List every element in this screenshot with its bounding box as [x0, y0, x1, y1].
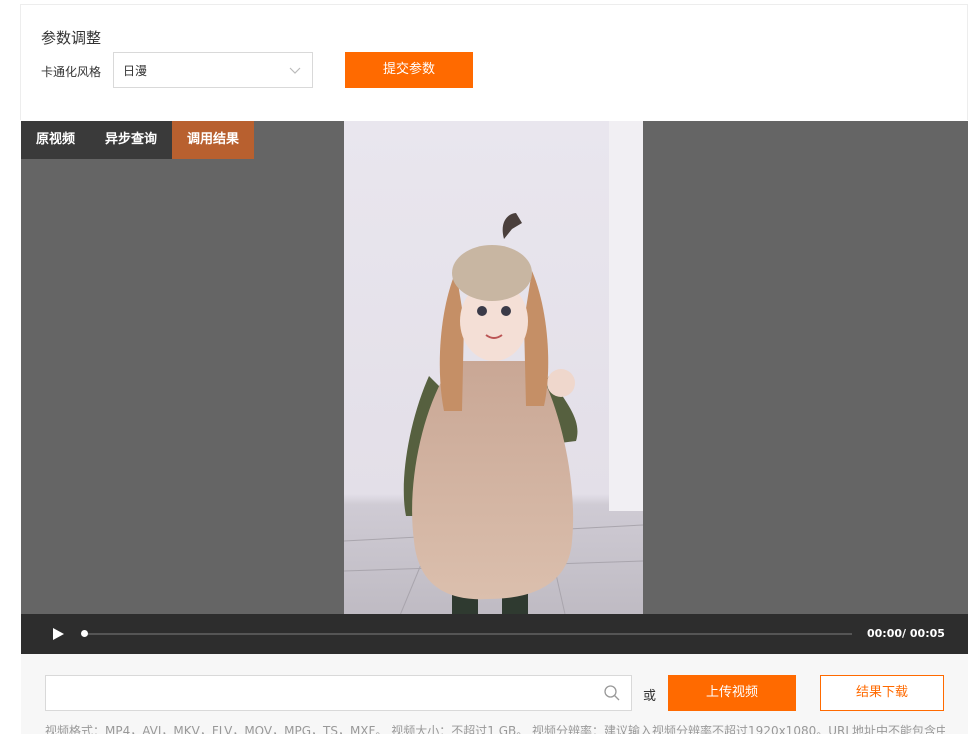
style-label: 卡通化风格 [41, 65, 102, 79]
download-result-button[interactable]: 结果下载 [820, 675, 944, 711]
tab-original-video[interactable]: 原视频 [21, 121, 91, 159]
current-time: 00:00/ [867, 627, 907, 640]
play-icon[interactable] [51, 627, 65, 641]
search-icon[interactable] [603, 684, 621, 702]
params-title: 参数调整 [41, 29, 102, 47]
params-panel: 参数调整 卡通化风格 日漫 提交参数 [20, 4, 968, 120]
result-tabs: 原视频 异步查询 调用结果 [21, 121, 255, 159]
format-hint: 视频格式：MP4，AVI，MKV，FLV，MOV，MPG，TS，MXF。 视频大… [45, 724, 945, 734]
video-url-input[interactable] [45, 675, 632, 711]
progress-track[interactable] [83, 633, 852, 635]
tab-call-result[interactable]: 调用结果 [172, 121, 255, 159]
tab-async-query[interactable]: 异步查询 [90, 121, 173, 159]
progress-knob[interactable] [81, 630, 88, 637]
submit-params-button[interactable]: 提交参数 [345, 52, 473, 88]
page: 参数调整 卡通化风格 日漫 提交参数 原视频 异步查询 调用结果 00:00/ … [0, 0, 972, 734]
or-label: 或 [643, 689, 657, 704]
total-time: 00:05 [909, 627, 945, 640]
player-controls: 00:00/ 00:05 [21, 614, 968, 654]
style-select[interactable]: 日漫 [113, 52, 313, 88]
upload-video-button[interactable]: 上传视频 [668, 675, 796, 711]
style-select-value: 日漫 [123, 64, 148, 78]
video-player: 原视频 异步查询 调用结果 00:00/ 00:05 [21, 121, 968, 654]
upload-bar: 或 上传视频 结果下载 视频格式：MP4，AVI，MKV，FLV，MOV，MPG… [21, 654, 968, 734]
chevron-down-icon [289, 67, 301, 74]
time-display: 00:00/ 00:05 [867, 627, 945, 640]
video-frame [344, 121, 643, 654]
